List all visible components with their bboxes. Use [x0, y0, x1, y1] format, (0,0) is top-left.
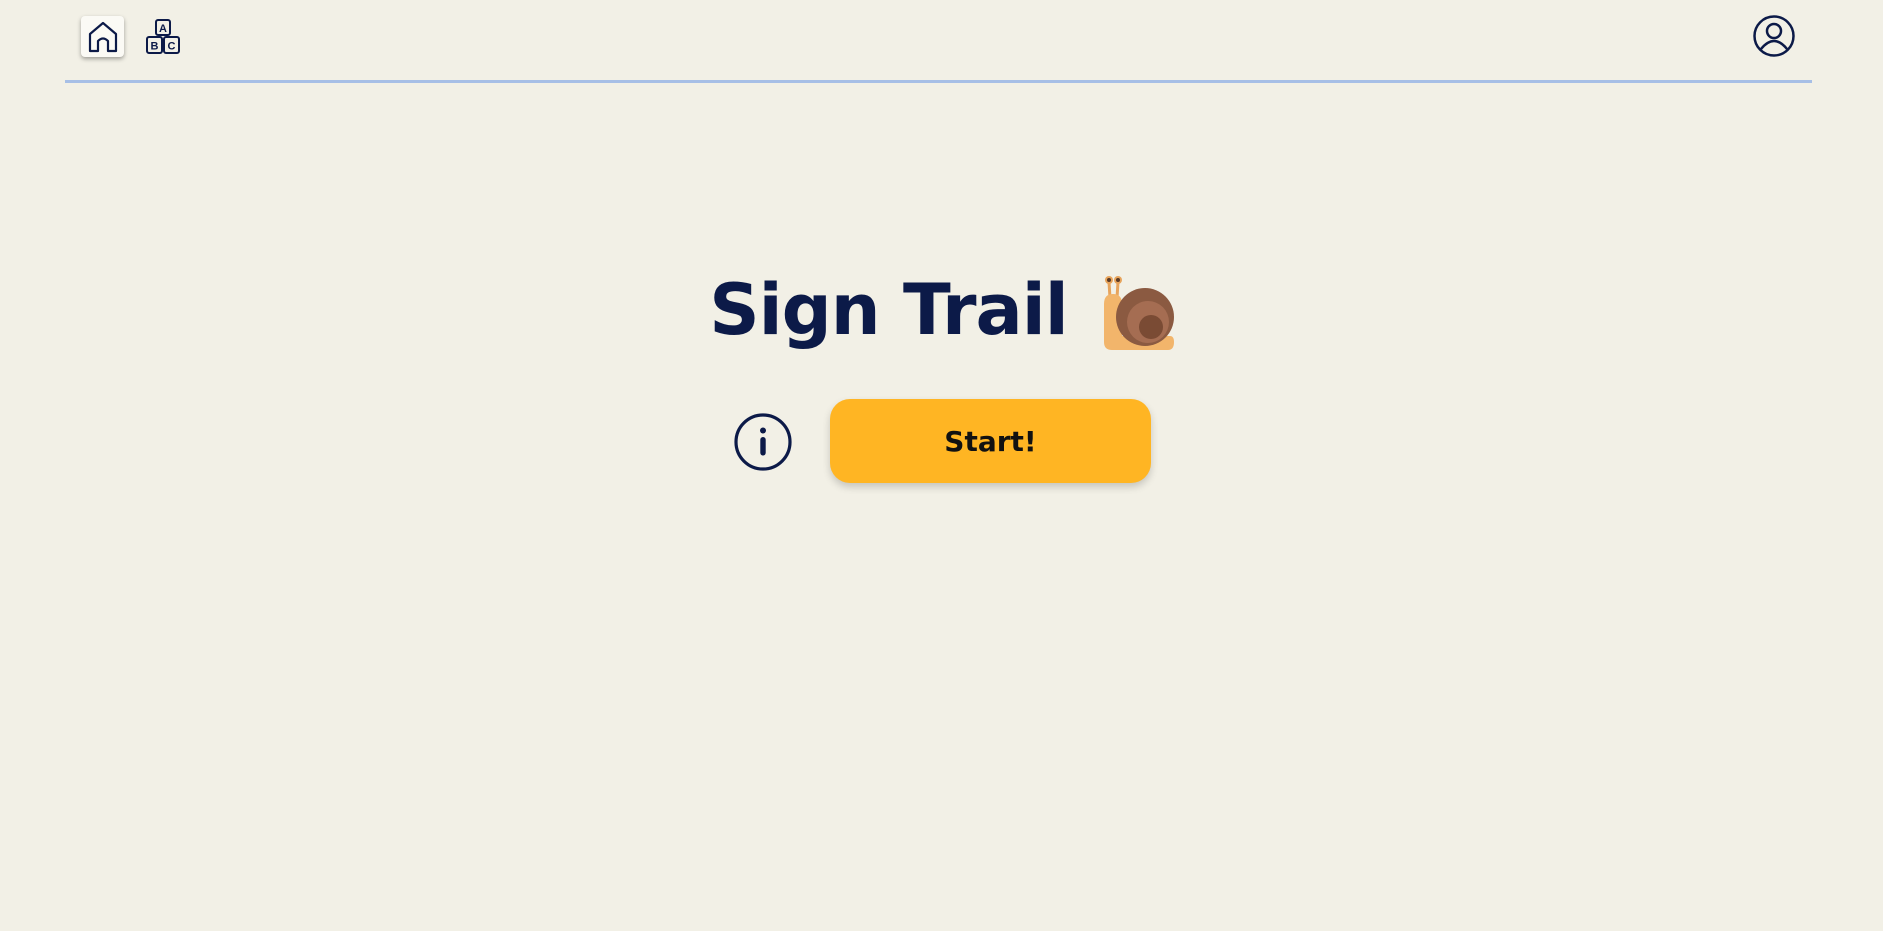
home-icon [88, 21, 117, 52]
block-letter-c: C [167, 40, 175, 52]
start-button[interactable]: Start! [830, 399, 1151, 483]
actions-row: Start! [0, 399, 1883, 485]
info-icon [734, 413, 792, 471]
profile-button[interactable] [1752, 14, 1796, 58]
abc-blocks-icon: A B C [145, 18, 180, 54]
info-button[interactable] [733, 412, 793, 472]
user-circle-icon [1753, 15, 1795, 57]
block-letter-b: B [150, 40, 158, 52]
alphabet-button[interactable]: A B C [141, 16, 184, 57]
top-navigation-bar: A B C [65, 0, 1812, 83]
page-title: Sign Trail [709, 269, 1069, 351]
home-button[interactable] [81, 16, 124, 57]
snail-icon [1103, 276, 1174, 350]
block-letter-a: A [159, 23, 167, 35]
hero: Sign Trail [0, 264, 1883, 356]
